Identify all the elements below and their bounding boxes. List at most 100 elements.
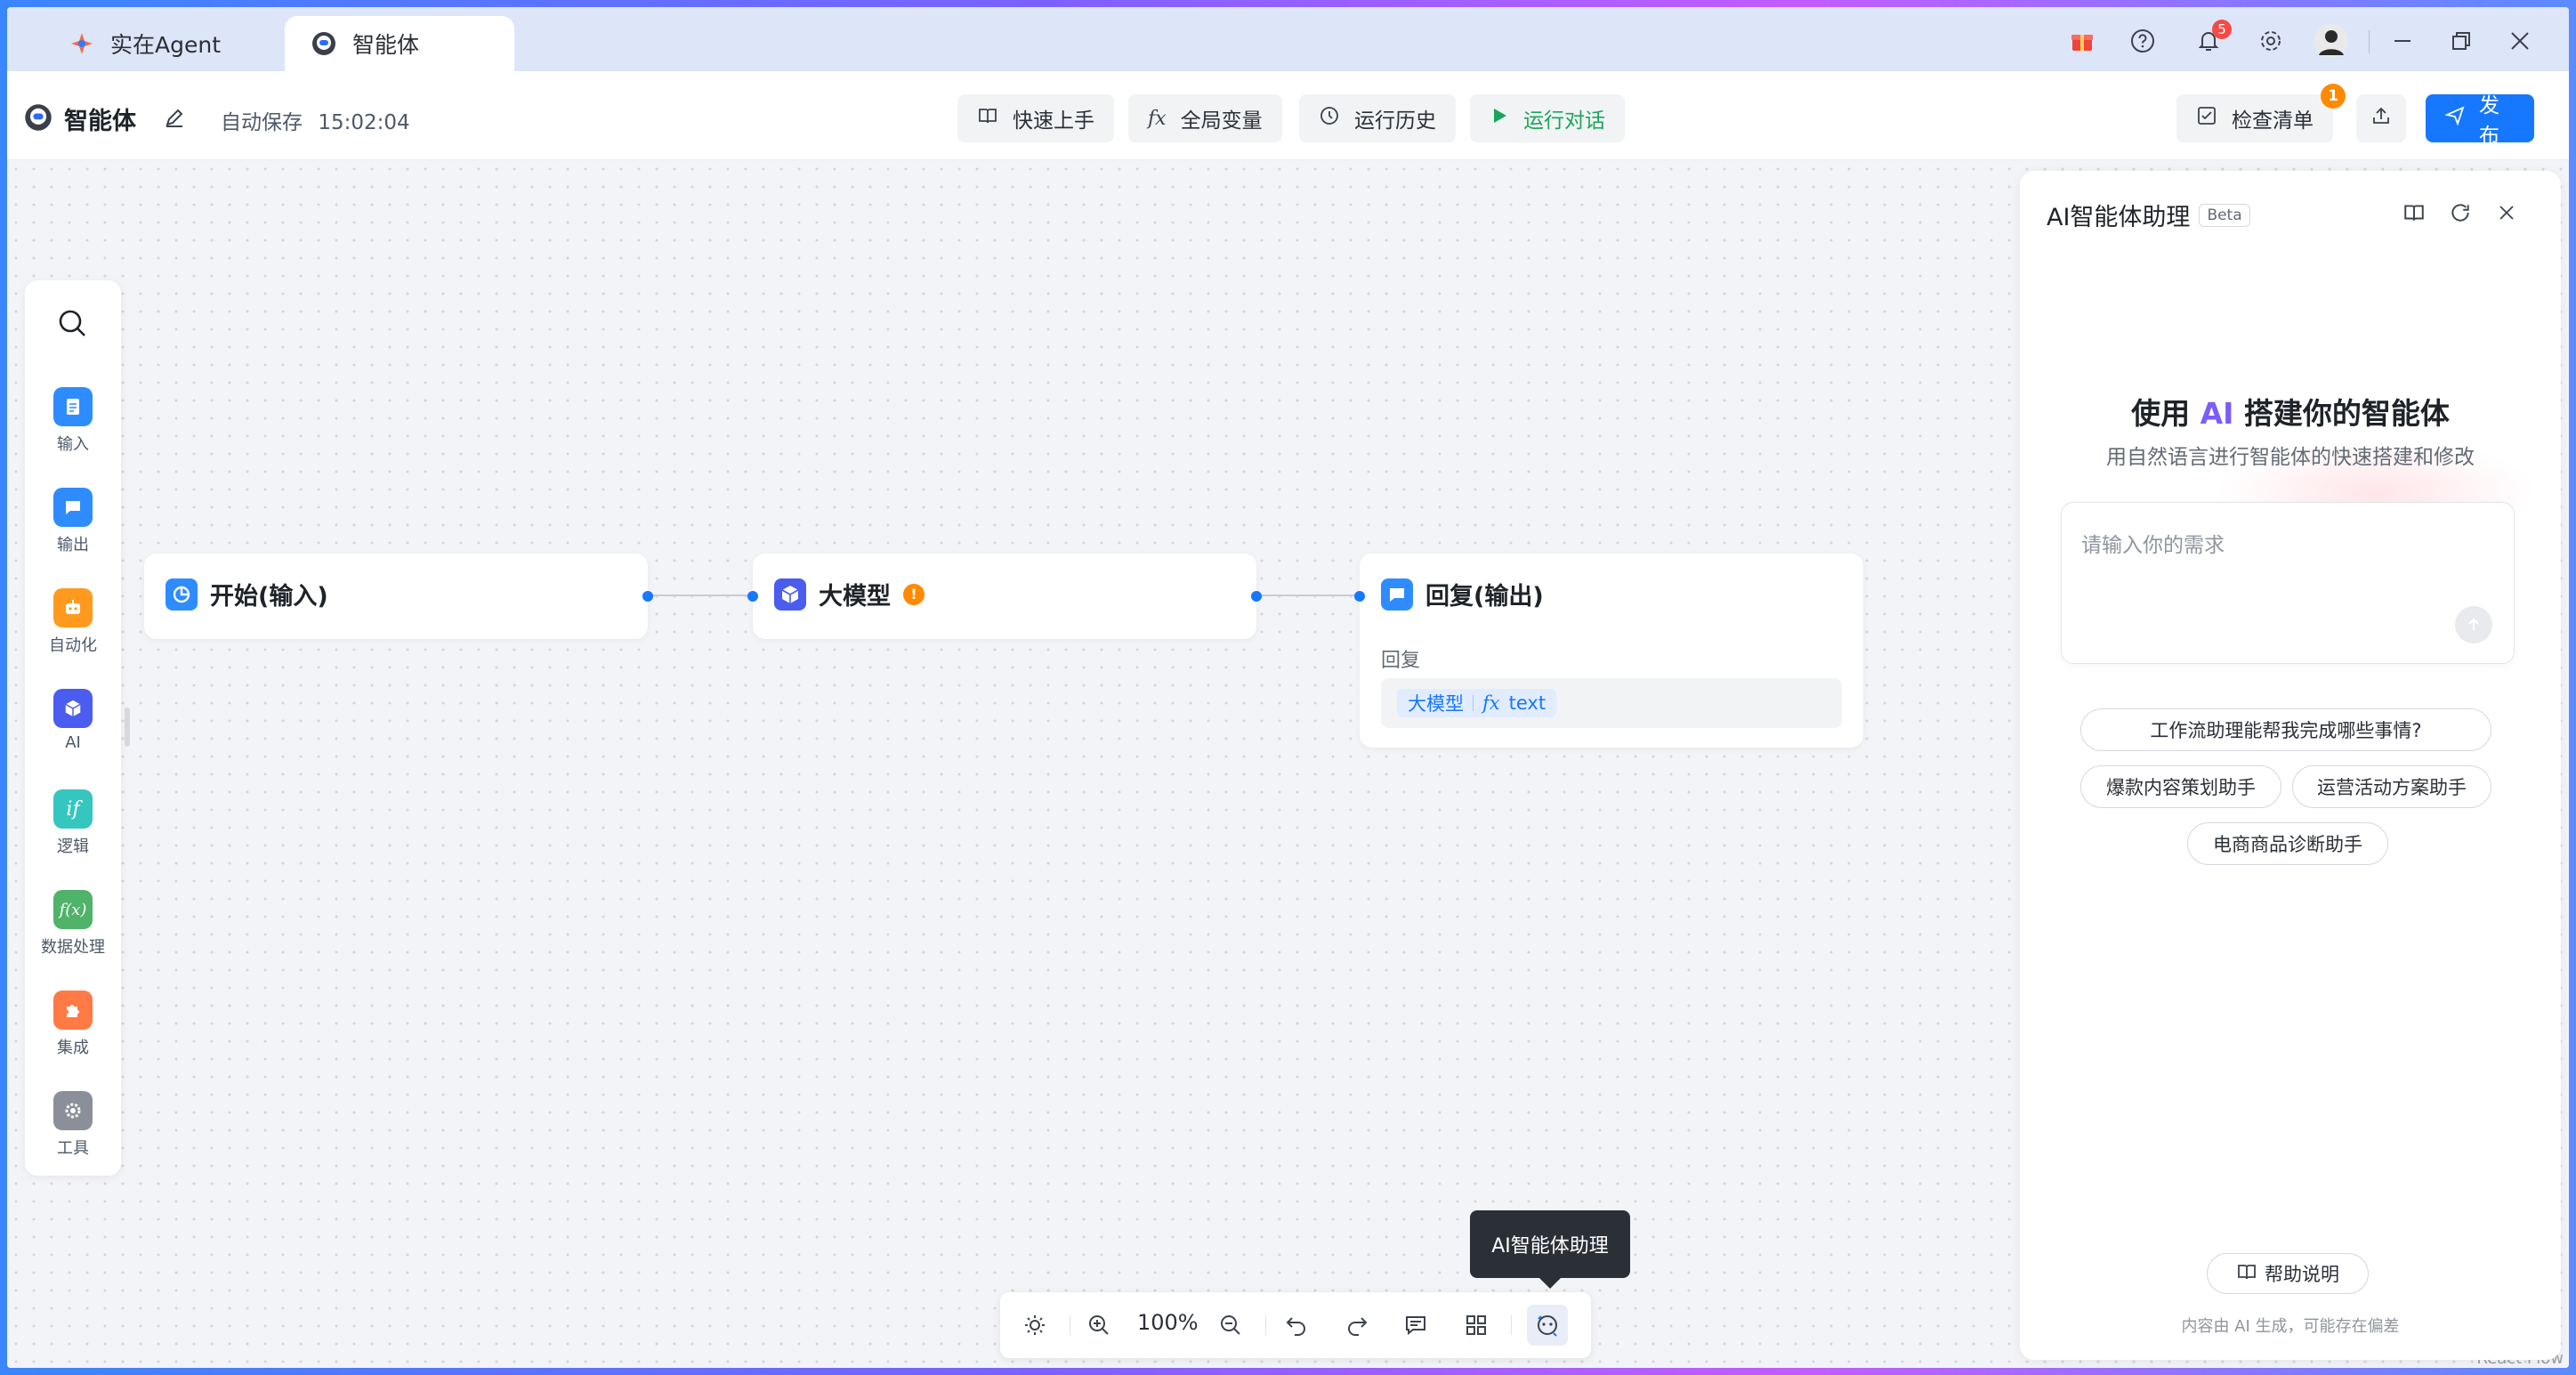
sidebar-item-document[interactable]: 输入 [25, 387, 121, 455]
global-variables-button[interactable]: fx 全局变量 [1128, 94, 1282, 142]
input-handle[interactable] [1354, 591, 1365, 602]
run-chat-button[interactable]: 运行对话 [1470, 94, 1625, 142]
autosave-status: 自动保存 15:02:04 [221, 105, 410, 135]
shizai-logo-icon [68, 29, 96, 58]
workflow-canvas[interactable]: 输入输出自动化 AI if 逻辑 f(x) 数据处理 集成工具 开始(输入) 大模型 [7, 160, 2569, 1368]
ai-assistant-toggle-icon[interactable] [1527, 1305, 1568, 1346]
help-circle-icon[interactable] [2128, 27, 2157, 55]
ai-disclaimer: 内容由 AI 生成，可能存在偏差 [2181, 1317, 2400, 1336]
play-icon [1490, 106, 1509, 131]
help-button[interactable]: 帮助说明 [2207, 1253, 2369, 1294]
fx-icon: fx [1148, 107, 1167, 130]
node-llm[interactable]: 大模型 ! [747, 554, 1262, 639]
edge-llm-reply [1251, 594, 1365, 596]
sidebar-item-robot[interactable]: 自动化 [25, 588, 121, 656]
titlebar-divider [2369, 30, 2370, 53]
sidebar-item-function[interactable]: f(x) 数据处理 [25, 890, 121, 958]
sidebar-item-chat-bubble[interactable]: 输出 [25, 488, 121, 555]
agent-name: 智能体 [64, 108, 136, 135]
reply-field-label: 回复 [1381, 650, 1421, 672]
suggestion-chip[interactable]: 爆款内容策划助手 [2080, 765, 2281, 808]
suggestion-chip[interactable]: 工作流助理能帮我完成哪些事情? [2080, 708, 2491, 751]
document-icon [53, 387, 93, 426]
sidebar-item-cube[interactable]: AI [25, 689, 121, 752]
tab-agent[interactable]: 智能体 [285, 16, 514, 71]
panel-subtitle: 用自然语言进行智能体的快速搭建和修改 [2106, 446, 2475, 469]
book-icon [2236, 1261, 2257, 1287]
node-start-input[interactable]: 开始(输入) [144, 554, 653, 639]
checklist-icon [2196, 105, 2217, 132]
undo-icon[interactable] [1276, 1305, 1317, 1346]
checklist-button[interactable]: 检查清单 1 [2176, 84, 2346, 142]
upload-icon [2370, 105, 2392, 132]
close-panel-icon[interactable] [2491, 198, 2522, 228]
search-components-button[interactable] [25, 307, 121, 344]
restore-window-icon[interactable] [2447, 27, 2475, 55]
variable-name: text [1508, 692, 1546, 714]
reply-value-field[interactable]: 大模型 fx text [1381, 678, 1842, 728]
agent-avatar-icon [23, 102, 53, 136]
minimize-icon[interactable] [2388, 27, 2417, 55]
sidebar-item-gear[interactable]: 工具 [25, 1091, 121, 1159]
tag-separator [1473, 695, 1474, 711]
user-avatar[interactable] [2314, 23, 2349, 59]
publish-label: 发布 [2479, 94, 2499, 148]
chat-bubble-icon [1381, 578, 1413, 611]
edit-name-icon[interactable] [163, 106, 186, 133]
puzzle-icon [53, 991, 93, 1030]
sidebar-item-label: 逻辑 [57, 837, 89, 856]
book-icon [977, 105, 998, 132]
node-title: 大模型 [819, 583, 891, 611]
warning-icon[interactable]: ! [903, 583, 925, 605]
node-header: 回复(输出) [1381, 577, 1544, 611]
fx-icon: fx [1482, 692, 1500, 714]
if-icon: if [53, 789, 93, 829]
lightbulb-icon[interactable] [1014, 1305, 1055, 1346]
hero-prefix: 使用 [2131, 396, 2191, 431]
output-handle[interactable] [1251, 591, 1262, 602]
beta-badge: Beta [2199, 203, 2250, 227]
ai-assistant-tooltip: AI智能体助理 [1470, 1210, 1630, 1289]
notification-bell-icon[interactable]: 5 [2194, 20, 2232, 55]
settings-gear-icon[interactable] [2257, 27, 2285, 55]
checklist-label: 检查清单 [2232, 109, 2314, 133]
zoom-in-icon[interactable] [1078, 1305, 1119, 1346]
docs-book-icon[interactable] [2399, 198, 2429, 228]
close-window-icon[interactable] [2506, 27, 2534, 55]
gear-icon [53, 1091, 93, 1130]
export-button[interactable] [2356, 94, 2406, 142]
send-arrow-icon[interactable] [2455, 606, 2492, 643]
sidebar-resize-handle[interactable] [125, 708, 130, 747]
suggestion-chip[interactable]: 运营活动方案助手 [2292, 765, 2491, 808]
variable-reference-tag[interactable]: 大模型 fx text [1397, 689, 1557, 717]
tab-shizai-agent[interactable]: 实在Agent [43, 16, 283, 71]
node-reply-output[interactable]: 回复(输出) 回复 大模型 fx text [1354, 554, 1863, 748]
auto-layout-icon[interactable] [1456, 1305, 1497, 1346]
input-handle[interactable] [747, 591, 758, 602]
comment-icon[interactable] [1395, 1305, 1436, 1346]
sidebar-item-if[interactable]: if 逻辑 [25, 789, 121, 857]
panel-header: AI智能体助理 Beta [2047, 198, 2250, 232]
output-handle[interactable] [642, 591, 653, 602]
zoom-out-icon[interactable] [1210, 1305, 1251, 1346]
autosave-time: 15:02:04 [318, 111, 410, 134]
publish-button[interactable]: 发布 [2426, 94, 2534, 148]
ai-assistant-panel: AI智能体助理 Beta 使用 AI 搭建你的智能体 用自然语言进行智能体的快速… [2020, 171, 2561, 1360]
panel-hero-title: 使用 AI 搭建你的智能体 [2020, 390, 2561, 433]
sidebar-item-label: 输入 [57, 435, 89, 454]
gift-icon[interactable] [2068, 27, 2096, 55]
tab-label: 实在Agent [110, 32, 221, 58]
help-label: 帮助说明 [2265, 1264, 2339, 1285]
sidebar-item-puzzle[interactable]: 集成 [25, 991, 121, 1058]
sidebar-item-label: 数据处理 [41, 938, 105, 957]
run-history-button[interactable]: 运行历史 [1299, 94, 1456, 142]
suggestion-chip[interactable]: 电商商品诊断助手 [2187, 822, 2388, 865]
search-icon [56, 307, 90, 344]
redo-icon[interactable] [1336, 1305, 1377, 1346]
requirement-input[interactable] [2081, 528, 2491, 599]
node-header: 开始(输入) [166, 577, 328, 611]
sidebar-item-label: 自动化 [49, 636, 97, 655]
refresh-icon[interactable] [2445, 198, 2475, 228]
quick-start-button[interactable]: 快速上手 [957, 94, 1114, 142]
requirement-input-box [2061, 502, 2515, 664]
